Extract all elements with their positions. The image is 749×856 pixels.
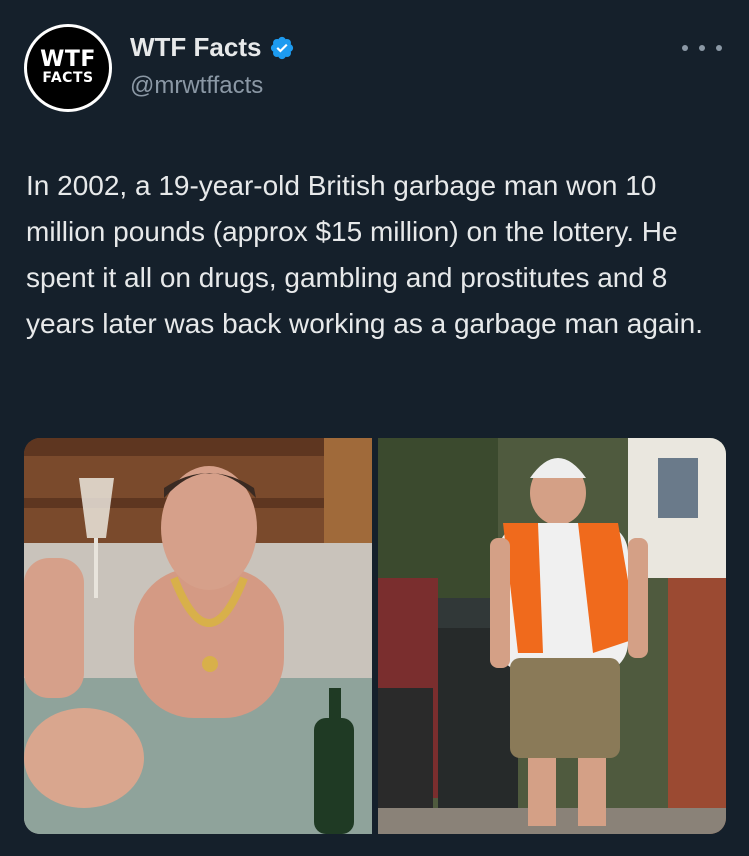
photo-garbage-man[interactable] — [378, 438, 726, 834]
more-dot — [716, 45, 722, 51]
more-dot — [699, 45, 705, 51]
tweet-media[interactable] — [24, 438, 726, 834]
account-name-row[interactable]: WTF Facts — [130, 32, 295, 63]
account-name[interactable]: WTF Facts — [130, 32, 261, 63]
photo-hot-tub[interactable] — [24, 438, 372, 834]
verified-badge-icon — [271, 36, 294, 59]
avatar[interactable]: WTF FACTS — [24, 24, 112, 112]
more-options-icon[interactable] — [682, 36, 722, 60]
avatar-text-wtf: WTF — [40, 47, 96, 72]
account-handle[interactable]: @mrwtffacts — [130, 72, 263, 100]
garbage-man-photo-image — [378, 438, 726, 834]
more-dot — [682, 45, 688, 51]
hot-tub-photo-image — [24, 438, 372, 834]
avatar-text-facts: FACTS — [42, 70, 94, 86]
tweet-text: In 2002, a 19-year-old British garbage m… — [26, 170, 704, 339]
